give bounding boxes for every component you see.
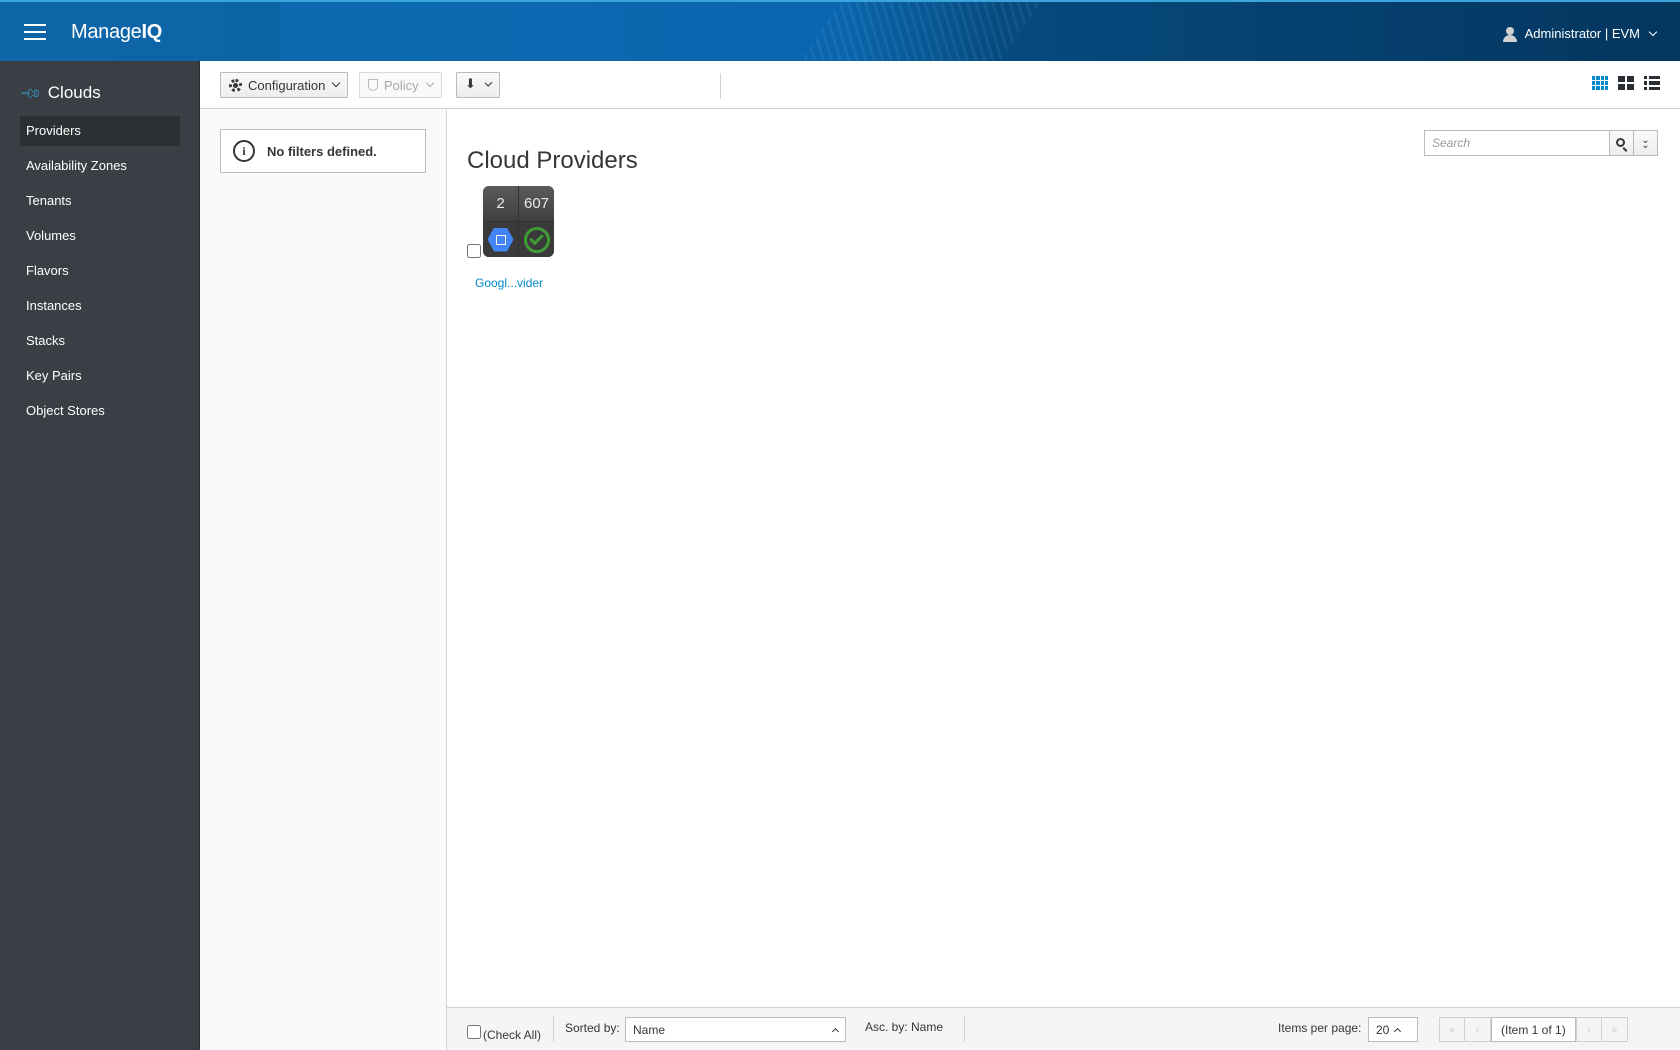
check-all[interactable]: (Check All) [467,1022,541,1042]
user-icon [1502,26,1517,42]
advanced-search-button[interactable]: ⌄ ⌄ [1634,130,1658,156]
sidebar-item-flavors[interactable]: Flavors [20,256,180,286]
provider-tile-link[interactable]: Googl...vider [475,276,543,290]
sorted-by-label: Sorted by: [565,1021,620,1035]
toolbar: Configuration Policy [200,61,1680,109]
previous-page-button[interactable]: ‹ [1465,1017,1491,1042]
quad-top-right-count: 607 [519,186,554,221]
double-chevron-down-icon: ⌄ ⌄ [1641,135,1650,151]
tile-view-icon[interactable] [1618,76,1634,90]
sidebar-item-stacks[interactable]: Stacks [20,326,180,356]
sidebar-title-label: Clouds [47,83,101,102]
download-button[interactable] [456,72,500,98]
chevron-up-icon [1394,1027,1402,1035]
pagination-footer: (Check All) Sorted by: Name Asc. by: Nam… [447,1007,1680,1050]
quad-top-left-count: 2 [483,186,518,221]
page-info: (Item 1 of 1) [1491,1017,1576,1042]
navigation-menu-toggle[interactable] [24,24,46,40]
sidebar-item-tenants[interactable]: Tenants [20,186,180,216]
no-filters-alert: i No filters defined. [220,129,426,173]
filter-panel: i No filters defined. [200,109,447,1050]
google-cloud-icon [487,227,514,252]
configuration-button[interactable]: Configuration [220,72,349,98]
sort-select-value: Name [633,1022,666,1037]
grid-view-icon[interactable] [1592,76,1608,90]
items-per-page-select[interactable]: 20 [1368,1017,1418,1042]
sidebar-title: 📌︎ Clouds [19,81,101,106]
sidebar-item-object-stores[interactable]: Object Stores [20,396,180,426]
search-box: ⌄⌄ [1424,130,1658,156]
footer-separator [964,1016,965,1042]
footer-separator [553,1016,554,1042]
quad-bottom-right [519,222,554,257]
last-page-button[interactable]: » [1601,1017,1628,1042]
chevron-down-icon [1648,27,1658,36]
masthead: ManageIQ Administrator | EVM [0,0,1680,61]
items-per-page-value: 20 [1376,1022,1390,1037]
quad-bottom-left [483,222,518,257]
main-content: Cloud Providers ⌄⌄ 2 607 Googl...vider [447,109,1680,1007]
chevron-up-icon [831,1027,840,1035]
list-view-icon[interactable] [1644,76,1660,90]
pin-icon[interactable]: 📌︎ [19,81,43,106]
policy-label: Policy [384,77,419,93]
sidebar-item-instances[interactable]: Instances [20,291,180,321]
search-input[interactable] [1424,130,1610,156]
items-per-page-label: Items per page: [1278,1021,1362,1035]
provider-tile-checkbox[interactable] [467,244,481,258]
sort-order-toggle[interactable]: Asc. by: Name [865,1020,943,1034]
check-all-checkbox[interactable] [467,1025,481,1039]
gear-icon [229,78,242,92]
sidebar-item-key-pairs[interactable]: Key Pairs [20,361,180,391]
check-all-label: (Check All) [483,1028,542,1042]
configuration-label: Configuration [248,77,326,93]
brand-suffix: IQ [141,21,162,43]
pager: « ‹ (Item 1 of 1) › » [1439,1017,1628,1042]
chevron-down-icon [332,78,341,88]
masthead-pattern [797,2,1043,61]
user-menu[interactable]: Administrator | EVM [1502,26,1658,42]
info-icon: i [233,140,255,162]
download-icon [465,76,478,92]
first-page-button[interactable]: « [1439,1017,1465,1042]
search-icon [1616,137,1625,147]
sort-select[interactable]: Name [625,1017,846,1042]
toolbar-separator [720,73,721,99]
sidebar-nav: Providers Availability Zones Tenants Vol… [20,116,180,431]
valid-status-icon [523,226,550,253]
provider-quadicon[interactable]: 2 607 [483,186,554,257]
page-title: Cloud Providers [467,147,638,174]
no-filters-message: No filters defined. [267,143,377,159]
shield-icon [368,79,378,91]
chevron-down-icon [484,78,493,88]
search-button[interactable] [1610,130,1634,156]
sidebar-item-providers[interactable]: Providers [20,116,180,146]
sidebar-item-availability-zones[interactable]: Availability Zones [20,151,180,181]
brand-logo[interactable]: ManageIQ [71,21,162,44]
sidebar-item-volumes[interactable]: Volumes [20,221,180,251]
next-page-button[interactable]: › [1575,1017,1602,1042]
user-label: Administrator | EVM [1524,26,1640,41]
secondary-nav: 📌︎ Clouds Providers Availability Zones T… [0,61,200,1050]
brand-prefix: Manage [71,21,142,43]
policy-button[interactable]: Policy [359,72,442,98]
view-switcher [1592,76,1660,90]
chevron-down-icon [425,78,434,88]
